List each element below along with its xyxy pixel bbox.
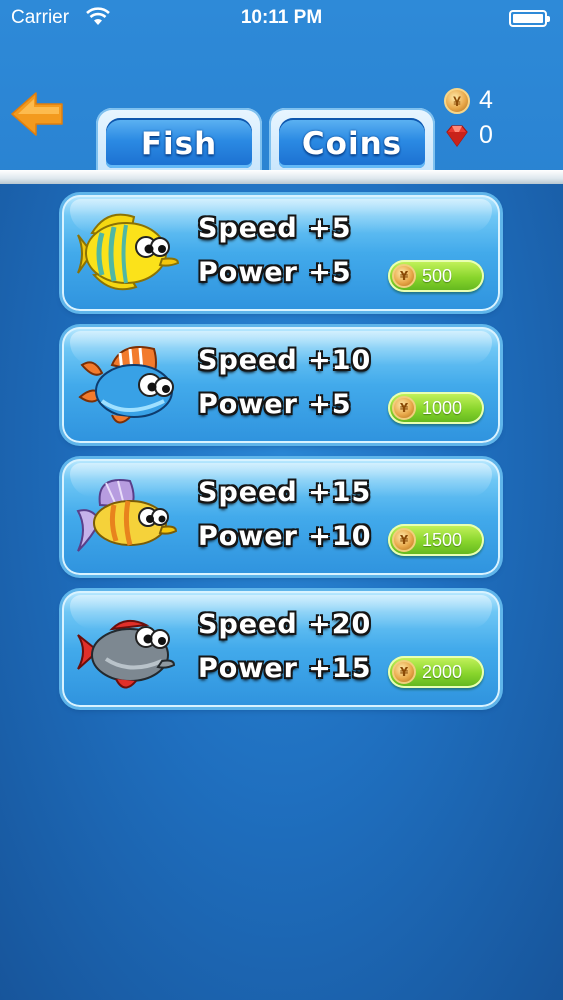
status-bar: Carrier 10:11 PM [0, 0, 563, 38]
fish-card-4: Speed +20 Power +15 ¥ 2000 [62, 591, 500, 707]
coin-icon: ¥ [444, 87, 470, 114]
buy-button[interactable]: ¥ 1500 [388, 524, 484, 556]
price-label: 1500 [422, 529, 463, 550]
coin-icon: ¥ [392, 264, 416, 288]
battery-icon [509, 10, 550, 27]
coin-balance: ¥ 4 [444, 86, 493, 115]
speed-bonus: Speed +15 [198, 477, 372, 508]
speed-bonus: Speed +5 [198, 213, 352, 244]
orange-blue-fish-icon [78, 346, 174, 424]
tab-coins-label: Coins [301, 126, 403, 162]
coin-icon: ¥ [392, 528, 416, 552]
coin-icon: ¥ [392, 396, 416, 420]
gem-icon [446, 124, 468, 147]
speed-bonus: Speed +10 [198, 345, 372, 376]
coin-icon: ¥ [392, 660, 416, 684]
gem-balance: 0 [444, 121, 493, 150]
buy-button[interactable]: ¥ 2000 [388, 656, 484, 688]
header-divider [0, 170, 563, 184]
back-arrow-icon [11, 92, 63, 136]
price-label: 1000 [422, 397, 463, 418]
price-label: 500 [422, 265, 453, 286]
fish-card-1: Speed +5 Power +5 ¥ 500 [62, 195, 500, 311]
buy-button[interactable]: ¥ 500 [388, 260, 484, 292]
purple-fin-striped-fish-icon [76, 479, 178, 552]
power-bonus: Power +5 [198, 389, 352, 420]
tab-fish[interactable]: Fish [96, 108, 262, 174]
yellow-butterflyfish-icon [77, 213, 180, 291]
buy-button[interactable]: ¥ 1000 [388, 392, 484, 424]
back-button[interactable] [10, 90, 66, 138]
power-bonus: Power +10 [198, 521, 372, 552]
coin-count: 4 [479, 86, 493, 114]
tab-fish-label: Fish [140, 126, 218, 162]
power-bonus: Power +15 [198, 653, 372, 684]
fish-card-2: Speed +10 Power +5 ¥ 1000 [62, 327, 500, 443]
gem-count: 0 [479, 121, 493, 149]
fish-card-3: Speed +15 Power +10 ¥ 1500 [62, 459, 500, 575]
speed-bonus: Speed +20 [198, 609, 372, 640]
gray-piranha-icon [77, 619, 176, 689]
status-time: 10:11 PM [240, 7, 323, 28]
tab-coins[interactable]: Coins [269, 108, 435, 174]
price-label: 2000 [422, 661, 463, 682]
power-bonus: Power +5 [198, 257, 352, 288]
